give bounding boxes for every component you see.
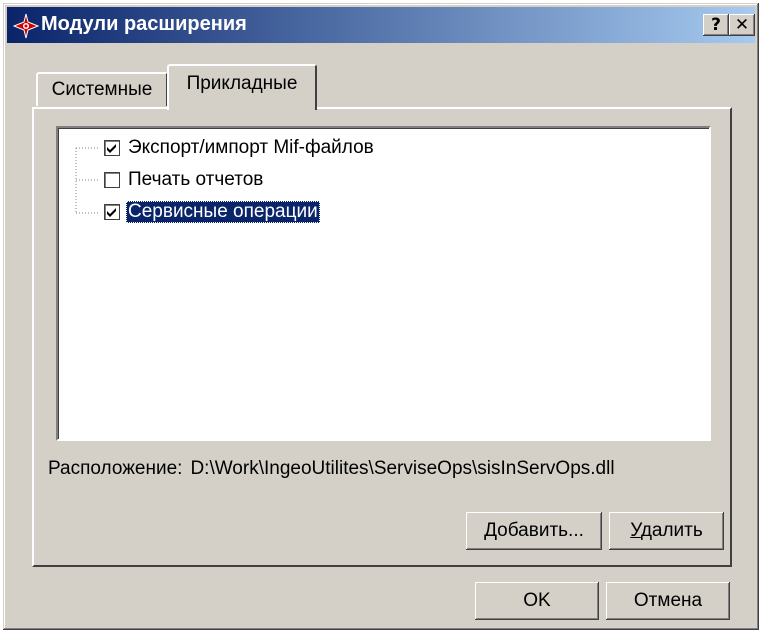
delete-mnemonic: У xyxy=(630,520,641,541)
cancel-label: Отмена xyxy=(633,590,703,611)
cancel-button[interactable]: Отмена xyxy=(606,582,730,620)
tree-item-label: Печать отчетов xyxy=(128,169,264,190)
help-icon: ? xyxy=(711,15,721,35)
add-mnemonic: Д xyxy=(484,520,498,541)
dialog-window: Модули расширения ? ✕ Системные Прикладн… xyxy=(3,3,759,630)
window-title: Модули расширения xyxy=(41,13,247,35)
close-icon: ✕ xyxy=(734,15,750,35)
delete-label: далить xyxy=(640,520,703,541)
tree-item-label: Экспорт/импорт Mif-файлов xyxy=(128,137,374,158)
tab-system-label: Системные xyxy=(51,79,153,100)
tree-item-label-selected: Сервисные операции xyxy=(126,201,320,223)
mif-export-checkbox[interactable] xyxy=(104,140,120,156)
tab-applied-label: Прикладные xyxy=(186,73,298,94)
title-bar[interactable]: Модули расширения ? ✕ xyxy=(7,7,755,43)
print-reports-checkbox[interactable] xyxy=(104,172,120,188)
ok-label: OK xyxy=(523,590,551,611)
location-line: Расположение: D:\Work\IngeoUtilites\Servi… xyxy=(48,458,615,480)
tab-panel: Экспорт/импорт Mif-файлов Печать отчетов… xyxy=(32,107,732,567)
tab-system[interactable]: Системные xyxy=(36,72,168,106)
checkmark-icon xyxy=(107,208,116,217)
add-button[interactable]: Добавить... xyxy=(466,512,602,550)
modules-tree[interactable]: Экспорт/импорт Mif-файлов Печать отчетов… xyxy=(56,126,711,441)
service-ops-checkbox[interactable] xyxy=(104,204,120,220)
ok-button[interactable]: OK xyxy=(475,582,599,620)
close-button[interactable]: ✕ xyxy=(729,14,755,36)
location-path: D:\Work\IngeoUtilites\ServiseOps\sisInSe… xyxy=(190,458,615,479)
tab-applied[interactable]: Прикладные xyxy=(167,64,317,110)
location-label: Расположение: xyxy=(48,458,183,479)
help-button[interactable]: ? xyxy=(703,14,729,36)
delete-button[interactable]: Удалить xyxy=(609,512,724,550)
add-label: обавить... xyxy=(497,520,584,541)
checkmark-icon xyxy=(107,144,116,153)
app-cross-icon xyxy=(12,13,40,39)
